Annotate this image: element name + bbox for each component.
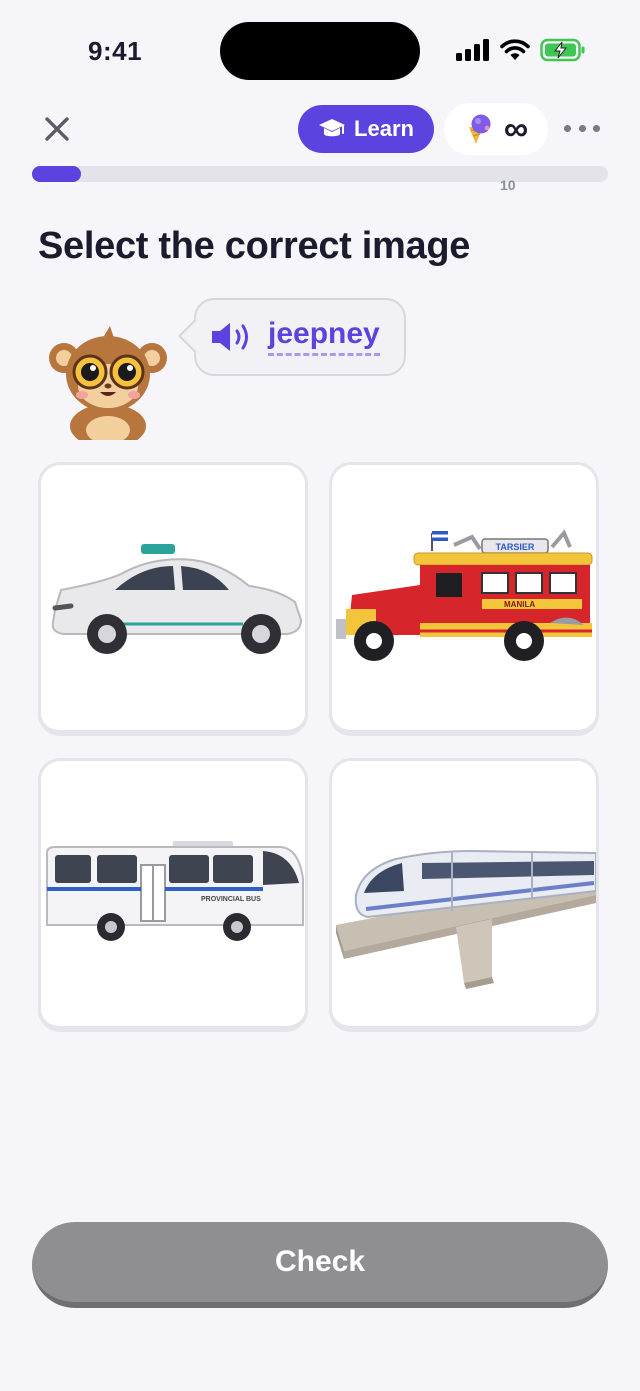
status-bar: 9:41 xyxy=(0,0,640,100)
provincial-bus-icon: PROVINCIAL BUS xyxy=(46,840,304,941)
learn-button[interactable]: Learn xyxy=(298,105,434,153)
taxi-car-icon xyxy=(51,543,303,654)
option-card-taxi[interactable] xyxy=(38,462,308,736)
exercise-title: Select the correct image xyxy=(38,225,471,267)
speaker-icon[interactable] xyxy=(210,320,254,354)
speech-bubble: jeepney xyxy=(194,298,406,376)
battery-icon xyxy=(540,38,585,62)
signal-icon xyxy=(456,39,489,61)
jeepney-side-text: MANILA xyxy=(504,600,535,609)
ice-cream-icon xyxy=(468,114,491,144)
lesson-progress-bar xyxy=(32,166,608,182)
more-dot-icon xyxy=(564,124,571,132)
close-icon xyxy=(45,117,69,141)
option-card-bus[interactable]: PROVINCIAL BUS xyxy=(38,758,308,1032)
bus-side-text: PROVINCIAL BUS xyxy=(201,896,261,903)
learn-label: Learn xyxy=(354,116,414,141)
status-time: 9:41 xyxy=(88,36,143,66)
more-dot-icon xyxy=(578,124,586,132)
lesson-progress-fill xyxy=(32,166,81,182)
monorail-train-icon xyxy=(336,849,596,989)
more-options-button[interactable] xyxy=(564,116,600,140)
more-dot-icon xyxy=(593,124,600,132)
check-button[interactable]: Check xyxy=(32,1222,608,1308)
energy-counter[interactable]: ∞ xyxy=(444,103,548,155)
progress-total-label: 10 xyxy=(500,177,516,193)
option-card-train[interactable] xyxy=(329,758,599,1032)
dynamic-island xyxy=(220,22,420,80)
tarsier-mascot-icon xyxy=(49,326,167,440)
status-icons xyxy=(456,38,586,62)
wifi-icon xyxy=(500,39,530,60)
graduation-cap-icon xyxy=(319,119,346,137)
target-word[interactable]: jeepney xyxy=(268,318,380,356)
jeepney-icon: TARSIER MANILA xyxy=(336,528,593,661)
jeepney-roof-text: TARSIER xyxy=(496,542,535,552)
option-card-jeepney[interactable]: TARSIER MANILA xyxy=(329,462,599,736)
close-button[interactable] xyxy=(40,112,74,146)
energy-value: ∞ xyxy=(503,110,529,148)
